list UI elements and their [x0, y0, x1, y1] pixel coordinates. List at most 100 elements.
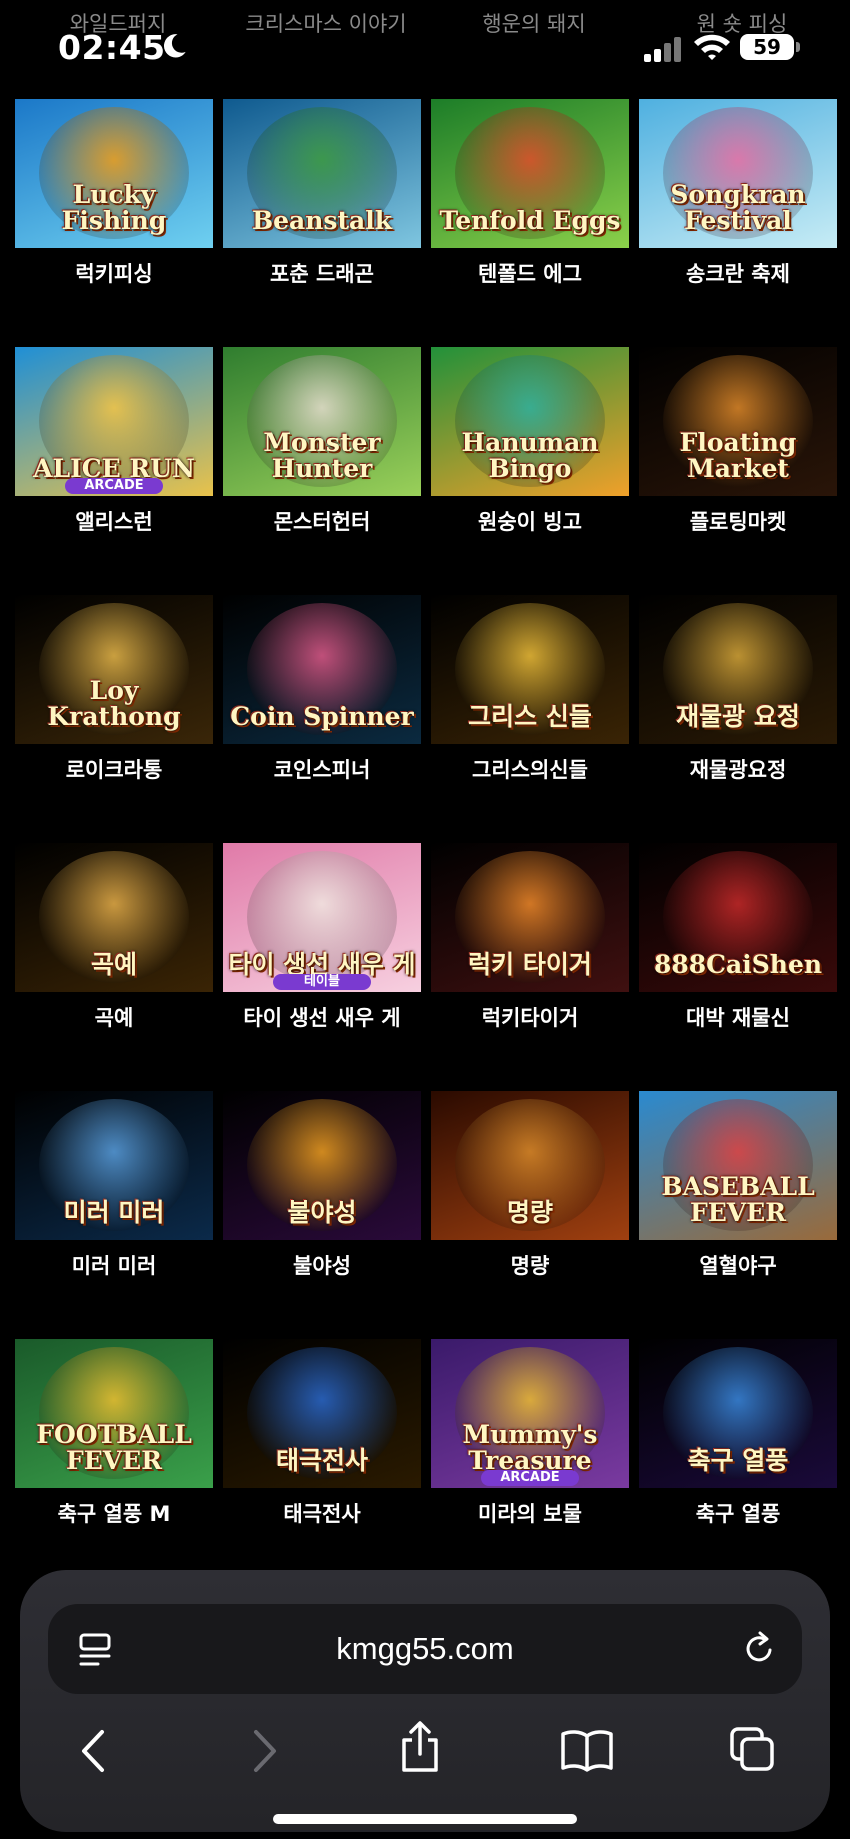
game-thumbnail[interactable]: 축구 열풍	[639, 1339, 837, 1488]
game-thumbnail[interactable]: Tenfold Eggs	[431, 99, 629, 248]
game-thumbnail[interactable]: 888CaiShen	[639, 843, 837, 992]
game-tile[interactable]: 불야성 불야성	[223, 1091, 421, 1280]
game-subtitle-badge: ARCADE	[65, 478, 163, 494]
game-tile[interactable]: 그리스 신들 그리스의신들	[431, 595, 629, 784]
game-tile[interactable]: Floating Market 플로팅마켓	[639, 347, 837, 536]
game-title[interactable]: 포춘 드래곤	[207, 258, 437, 288]
game-title[interactable]: 불야성	[207, 1250, 437, 1280]
game-tile[interactable]: 곡예 곡예	[15, 843, 213, 1032]
game-title[interactable]: 앨리스런	[0, 506, 229, 536]
game-logo-text: Hanuman Bingo	[461, 428, 599, 483]
game-tile[interactable]: Songkran Festival 송크란 축제	[639, 99, 837, 288]
game-title[interactable]: 송크란 축제	[623, 258, 850, 288]
game-logo-text: 럭키 타이거	[468, 950, 592, 979]
bookmarks-icon[interactable]	[560, 1728, 614, 1772]
game-title[interactable]: 태극전사	[207, 1498, 437, 1528]
share-icon[interactable]	[398, 1720, 442, 1774]
game-tile[interactable]: ALICE RUN ARCADE 앨리스런	[15, 347, 213, 536]
game-thumbnail[interactable]: Coin Spinner	[223, 595, 421, 744]
game-thumbnail[interactable]: Floating Market	[639, 347, 837, 496]
back-icon[interactable]	[76, 1728, 112, 1774]
game-thumbnail[interactable]: Monster Hunter	[223, 347, 421, 496]
game-tile[interactable]: Beanstalk 포춘 드래곤	[223, 99, 421, 288]
game-title[interactable]: 텐폴드 에그	[415, 258, 645, 288]
game-logo-text: Loy Krathong	[47, 676, 181, 731]
url-text[interactable]: kmgg55.com	[48, 1604, 802, 1694]
game-logo-text: 축구 열풍	[687, 1446, 789, 1475]
reload-icon[interactable]	[742, 1630, 778, 1668]
game-thumbnail[interactable]: Hanuman Bingo	[431, 347, 629, 496]
game-thumbnail[interactable]: 재물광 요정	[639, 595, 837, 744]
game-logo-text: Songkran Festival	[670, 180, 806, 235]
game-title[interactable]: 대박 재물신	[623, 1002, 850, 1032]
address-bar[interactable]: kmgg55.com	[48, 1604, 802, 1694]
game-title[interactable]: 플로팅마켓	[623, 506, 850, 536]
game-tile[interactable]: Lucky Fishing 럭키피싱	[15, 99, 213, 288]
game-title[interactable]: 축구 열풍	[623, 1498, 850, 1528]
game-tile[interactable]: 재물광 요정 재물광요정	[639, 595, 837, 784]
game-thumbnail[interactable]: 타이 생선 새우 게 테이블	[223, 843, 421, 992]
game-tile[interactable]: Tenfold Eggs 텐폴드 에그	[431, 99, 629, 288]
game-thumbnail[interactable]: 태극전사	[223, 1339, 421, 1488]
game-title[interactable]: 럭키타이거	[415, 1002, 645, 1032]
forward-icon[interactable]	[246, 1728, 282, 1774]
game-tile[interactable]: 축구 열풍 축구 열풍	[639, 1339, 837, 1528]
game-tile[interactable]: 888CaiShen 대박 재물신	[639, 843, 837, 1032]
game-tile[interactable]: 태극전사 태극전사	[223, 1339, 421, 1528]
game-thumbnail[interactable]: Lucky Fishing	[15, 99, 213, 248]
game-logo-text: Mummy's Treasure	[462, 1420, 598, 1475]
game-tile[interactable]: 럭키 타이거 럭키타이거	[431, 843, 629, 1032]
game-thumbnail[interactable]: 명량	[431, 1091, 629, 1240]
game-thumbnail[interactable]: BASEBALL FEVER	[639, 1091, 837, 1240]
game-thumbnail[interactable]: Songkran Festival	[639, 99, 837, 248]
game-title[interactable]: 미라의 보물	[415, 1498, 645, 1528]
game-title[interactable]: 재물광요정	[623, 754, 850, 784]
game-tile[interactable]: Mummy's Treasure ARCADE 미라의 보물	[431, 1339, 629, 1528]
game-thumbnail[interactable]: Loy Krathong	[15, 595, 213, 744]
game-tile[interactable]: Coin Spinner 코인스피너	[223, 595, 421, 784]
game-logo-text: Lucky Fishing	[61, 180, 167, 235]
game-logo-text: 곡예	[90, 950, 137, 979]
game-logo-text: 재물광 요정	[676, 702, 800, 731]
game-title[interactable]: 로이크라통	[0, 754, 229, 784]
game-tile[interactable]: 미러 미러 미러 미러	[15, 1091, 213, 1280]
game-title[interactable]: 몬스터헌터	[207, 506, 437, 536]
game-title[interactable]: 곡예	[0, 1002, 229, 1032]
game-title[interactable]: 열혈야구	[623, 1250, 850, 1280]
game-tile[interactable]: BASEBALL FEVER 열혈야구	[639, 1091, 837, 1280]
game-logo-text: Floating Market	[679, 428, 797, 483]
game-title[interactable]: 명량	[415, 1250, 645, 1280]
game-thumbnail[interactable]: 곡예	[15, 843, 213, 992]
game-thumbnail[interactable]: ALICE RUN ARCADE	[15, 347, 213, 496]
game-title[interactable]: 럭키피싱	[0, 258, 229, 288]
game-title[interactable]: 미러 미러	[0, 1250, 229, 1280]
game-tile[interactable]: Monster Hunter 몬스터헌터	[223, 347, 421, 536]
game-title[interactable]: 그리스의신들	[415, 754, 645, 784]
battery-indicator: 59	[740, 34, 794, 60]
game-tile[interactable]: Hanuman Bingo 원숭이 빙고	[431, 347, 629, 536]
game-thumbnail[interactable]: 럭키 타이거	[431, 843, 629, 992]
prev-title: 행운의 돼지	[482, 12, 586, 36]
game-thumbnail[interactable]: 불야성	[223, 1091, 421, 1240]
game-title[interactable]: 원숭이 빙고	[415, 506, 645, 536]
battery-cap	[796, 42, 800, 52]
game-tile[interactable]: 명량 명량	[431, 1091, 629, 1280]
game-logo-text: 888CaiShen	[653, 950, 823, 979]
game-subtitle-badge: 테이블	[273, 974, 371, 990]
prev-title: 크리스마스 이야기	[245, 12, 407, 36]
game-thumbnail[interactable]: FOOTBALL FEVER	[15, 1339, 213, 1488]
game-thumbnail[interactable]: 미러 미러	[15, 1091, 213, 1240]
game-logo-text: Coin Spinner	[230, 702, 414, 731]
game-title[interactable]: 코인스피너	[207, 754, 437, 784]
game-tile[interactable]: Loy Krathong 로이크라통	[15, 595, 213, 784]
game-logo-text: Tenfold Eggs	[439, 206, 621, 235]
game-tile[interactable]: FOOTBALL FEVER 축구 열풍 M	[15, 1339, 213, 1528]
game-thumbnail[interactable]: Beanstalk	[223, 99, 421, 248]
game-title[interactable]: 축구 열풍 M	[0, 1498, 229, 1528]
game-tile[interactable]: 타이 생선 새우 게 테이블 타이 생선 새우 게	[223, 843, 421, 1032]
home-indicator	[273, 1814, 577, 1824]
game-title[interactable]: 타이 생선 새우 게	[207, 1002, 437, 1032]
game-thumbnail[interactable]: 그리스 신들	[431, 595, 629, 744]
game-thumbnail[interactable]: Mummy's Treasure ARCADE	[431, 1339, 629, 1488]
tabs-icon[interactable]	[728, 1725, 776, 1773]
